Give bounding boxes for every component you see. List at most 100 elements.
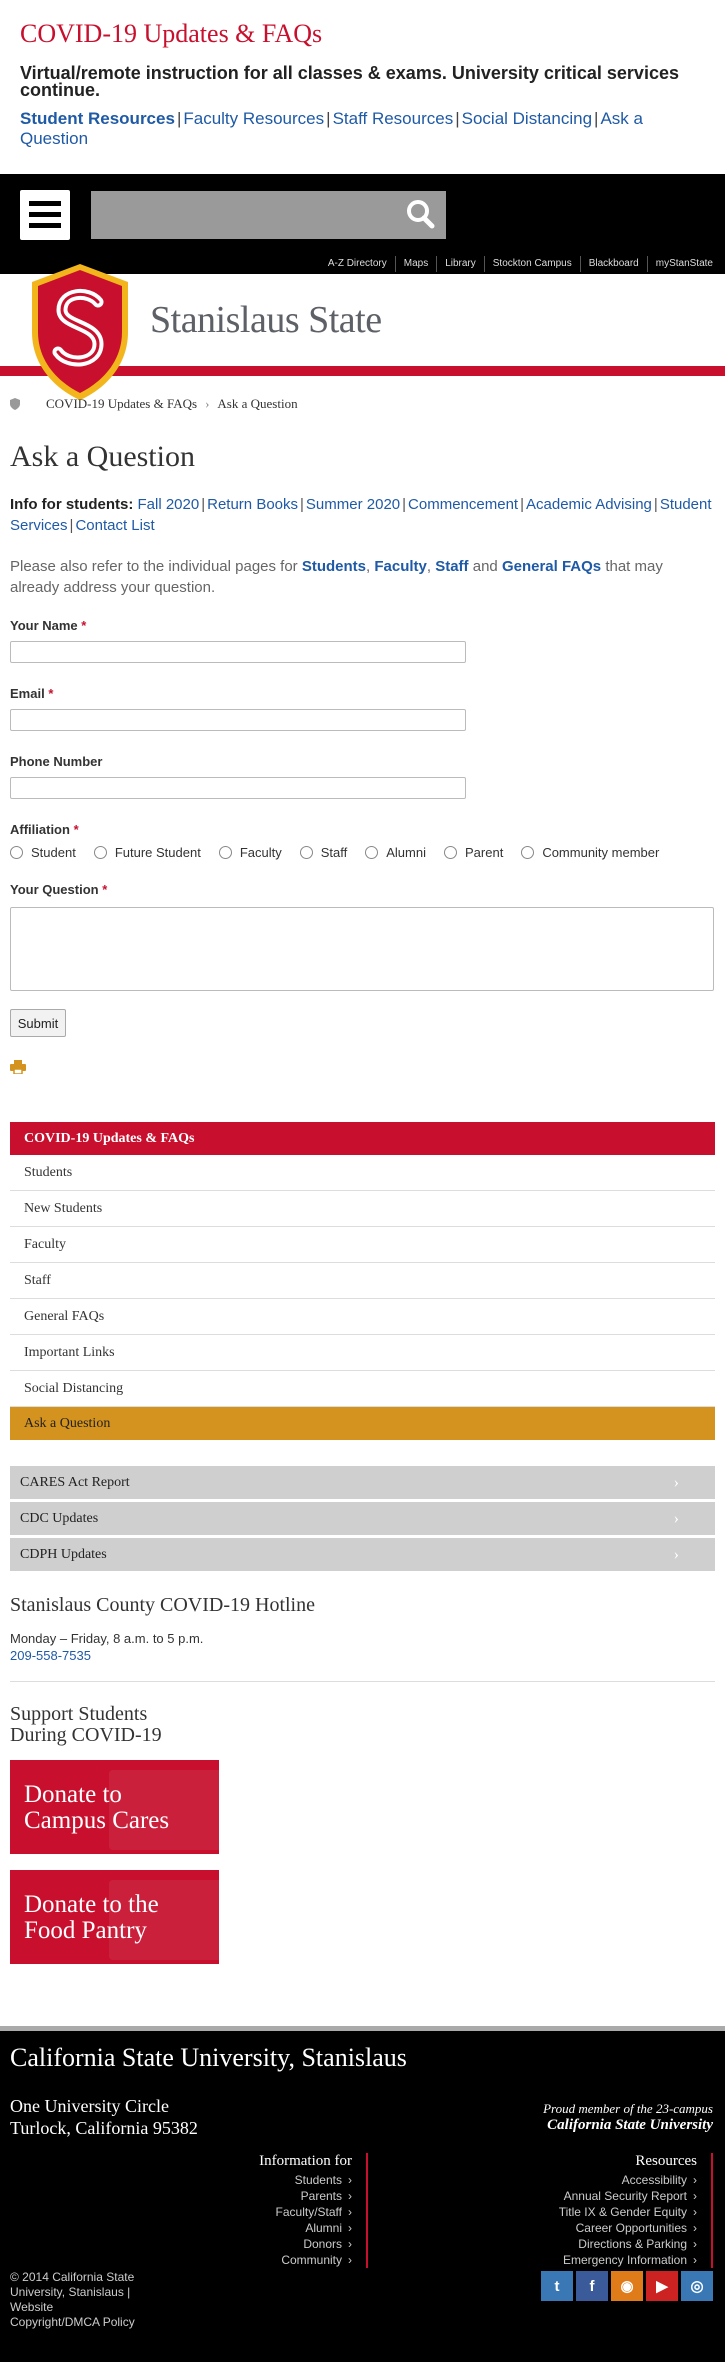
section-nav-item-staff[interactable]: Staff (10, 1263, 715, 1299)
radio-community-member[interactable]: Community member (521, 845, 659, 860)
footer-link-community[interactable]: Community › (259, 2252, 352, 2268)
section-nav-item-ask-question[interactable]: Ask a Question (10, 1407, 715, 1440)
footer-dmca-link[interactable]: Copyright/DMCA Policy (10, 2315, 135, 2329)
info-link-summer-2020[interactable]: Summer 2020 (306, 496, 400, 513)
ext-link-cares-act[interactable]: CARES Act Report › (10, 1466, 715, 1499)
footer-link-accessibility[interactable]: Accessibility › (553, 2172, 697, 2188)
note-link-staff[interactable]: Staff (435, 558, 468, 575)
section-nav-heading[interactable]: COVID-19 Updates & FAQs (10, 1122, 715, 1155)
menu-button[interactable] (20, 190, 70, 240)
footer-info-column: Information for Students › Parents › Facul… (259, 2153, 368, 2268)
phone-label: Phone Number (10, 754, 103, 769)
ext-link-cdph[interactable]: CDPH Updates › (10, 1538, 715, 1571)
radio-circle-icon[interactable] (93, 846, 107, 859)
search-button[interactable] (396, 191, 446, 239)
radio-circle-icon[interactable] (218, 846, 232, 859)
section-nav-item-social-distancing[interactable]: Social Distancing (10, 1371, 715, 1407)
facebook-icon[interactable]: f (576, 2271, 608, 2301)
utility-link-az-directory[interactable]: A-Z Directory (320, 256, 395, 272)
name-label: Your Name (10, 618, 78, 633)
info-link-fall-2020[interactable]: Fall 2020 (138, 496, 200, 513)
section-nav-item-faculty[interactable]: Faculty (10, 1227, 715, 1263)
alert-links: Student Resources | Faculty Resources | Staf… (20, 109, 643, 148)
alert-title: COVID-19 Updates & FAQs (20, 19, 323, 48)
info-link-return-books[interactable]: Return Books (207, 496, 298, 513)
info-link-academic-advising[interactable]: Academic Advising (526, 496, 652, 513)
radio-circle-icon[interactable] (521, 846, 535, 859)
radio-future-student[interactable]: Future Student (93, 845, 201, 860)
info-link-contact-list[interactable]: Contact List (75, 517, 154, 534)
utility-link-library[interactable]: Library (436, 256, 484, 272)
breadcrumb-current: Ask a Question (217, 396, 298, 411)
footer-link-title-ix[interactable]: Title IX & Gender Equity › (553, 2204, 697, 2220)
utility-link-stockton[interactable]: Stockton Campus (483, 256, 580, 272)
twitter-icon[interactable]: t (541, 2271, 573, 2301)
footer-link-careers[interactable]: Career Opportunities › (553, 2220, 697, 2236)
info-link-commencement[interactable]: Commencement (408, 496, 518, 513)
footer-link-security-report[interactable]: Annual Security Report › (553, 2188, 697, 2204)
breadcrumb: COVID-19 Updates & FAQs › Ask a Question (10, 396, 298, 412)
csu-membership[interactable]: Proud member of the 23-campus California … (543, 2101, 713, 2134)
section-nav-item-new-students[interactable]: New Students (10, 1191, 715, 1227)
section-nav-item-general-faqs[interactable]: General FAQs (10, 1299, 715, 1335)
question-textarea[interactable] (10, 907, 714, 991)
search-input[interactable] (91, 191, 446, 239)
donate-food-pantry-button[interactable]: Donate to the Food Pantry (10, 1870, 219, 1964)
phone-field[interactable] (10, 777, 466, 799)
radio-circle-icon[interactable] (365, 846, 379, 859)
section-nav: COVID-19 Updates & FAQs Students New Stu… (10, 1122, 715, 1440)
rss-icon[interactable]: ◉ (611, 2271, 643, 2301)
section-nav-item-students[interactable]: Students (10, 1155, 715, 1191)
footer-link-emergency[interactable]: Emergency Information › (553, 2252, 697, 2268)
radio-alumni[interactable]: Alumni (365, 845, 426, 860)
hotline-hours: Monday – Friday, 8 a.m. to 5 p.m. (10, 1631, 204, 1646)
alert-link-faculty-resources[interactable]: Faculty Resources (183, 109, 324, 128)
required-mark: * (102, 882, 108, 897)
section-nav-item-important-links[interactable]: Important Links (10, 1335, 715, 1371)
site-footer: California State University, Stanislaus … (0, 2026, 725, 2362)
footer-website-link[interactable]: Website (10, 2300, 53, 2314)
home-shield-icon[interactable] (10, 398, 20, 410)
footer-link-donors[interactable]: Donors › (259, 2236, 352, 2252)
alert-link-staff-resources[interactable]: Staff Resources (333, 109, 454, 128)
utility-link-mystanstate[interactable]: myStanState (646, 256, 721, 272)
submit-button[interactable]: Submit (10, 1009, 66, 1037)
radio-parent[interactable]: Parent (444, 845, 503, 860)
alert-link-social-distancing[interactable]: Social Distancing (462, 109, 592, 128)
note-link-students[interactable]: Students (302, 558, 366, 575)
utility-link-maps[interactable]: Maps (394, 256, 436, 272)
footer-link-parents[interactable]: Parents › (259, 2188, 352, 2204)
email-field[interactable] (10, 709, 466, 731)
name-field[interactable] (10, 641, 466, 663)
chevron-right-icon: › (693, 2189, 697, 2203)
wordmark[interactable]: Stanislaus State (150, 298, 382, 342)
stanislaus-shield-logo[interactable] (28, 262, 132, 402)
ext-link-cdc[interactable]: CDC Updates › (10, 1502, 715, 1535)
alert-link-student-resources[interactable]: Student Resources (20, 109, 175, 128)
youtube-icon[interactable]: ▶ (646, 2271, 678, 2301)
radio-staff[interactable]: Staff (299, 845, 347, 860)
brand-bar: Stanislaus State (0, 264, 725, 400)
chevron-right-icon: › (348, 2189, 352, 2203)
radio-circle-icon[interactable] (10, 846, 23, 859)
note-link-general-faqs[interactable]: General FAQs (502, 558, 601, 575)
utility-link-blackboard[interactable]: Blackboard (579, 256, 647, 272)
search-icon (407, 200, 435, 229)
footer-link-directions[interactable]: Directions & Parking › (553, 2236, 697, 2252)
radio-circle-icon[interactable] (299, 846, 313, 859)
hotline-phone-link[interactable]: 209-558-7535 (10, 1648, 715, 1663)
chevron-right-icon: › (693, 2253, 697, 2267)
radio-faculty[interactable]: Faculty (218, 845, 282, 860)
instagram-icon[interactable]: ◎ (681, 2271, 713, 2301)
email-group: Email * (10, 686, 715, 731)
radio-circle-icon[interactable] (444, 846, 457, 859)
donate-campus-cares-button[interactable]: Donate to Campus Cares (10, 1760, 219, 1854)
footer-link-students[interactable]: Students › (259, 2172, 352, 2188)
note-link-faculty[interactable]: Faculty (374, 558, 427, 575)
radio-student[interactable]: Student (10, 845, 76, 860)
footer-link-faculty-staff[interactable]: Faculty/Staff › (259, 2204, 352, 2220)
footer-link-alumni[interactable]: Alumni › (259, 2220, 352, 2236)
print-icon[interactable] (10, 1060, 26, 1074)
breadcrumb-covid[interactable]: COVID-19 Updates & FAQs (46, 396, 197, 412)
chevron-right-icon: › (693, 2205, 697, 2219)
